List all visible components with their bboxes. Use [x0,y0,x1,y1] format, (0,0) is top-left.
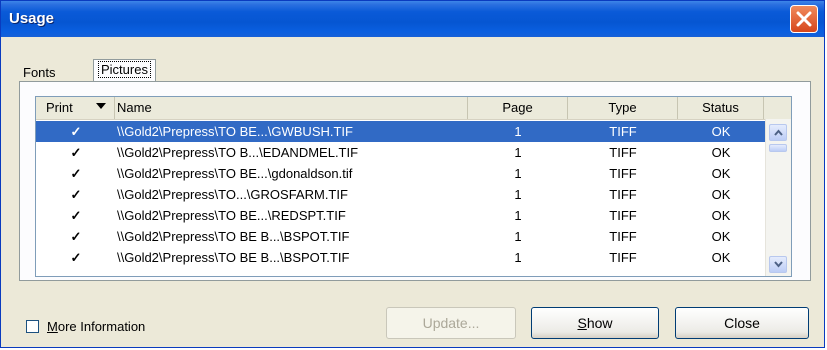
table-row[interactable]: ✓ \\Gold2\Prepress\TO BE...\gdonaldson.t… [36,163,765,184]
column-header-print-label: Print [46,100,73,115]
file-type: TIFF [609,250,637,265]
update-button[interactable]: Update... [386,307,516,339]
more-information-accesskey: M [47,319,58,334]
more-information-label-text: ore Information [57,319,146,334]
print-check[interactable]: ✓ [69,163,83,184]
print-check[interactable]: ✓ [69,121,83,142]
usage-dialog: Usage Fonts Pictures Print Name Page Typ… [0,0,825,348]
scroll-thumb[interactable] [769,144,787,152]
page-number: 1 [514,145,522,160]
column-header-page[interactable]: Page [468,97,568,119]
print-check[interactable]: ✓ [69,205,83,226]
table-row[interactable]: ✓ \\Gold2\Prepress\TO BE B...\BSPOT.TIF … [36,247,765,268]
print-check[interactable]: ✓ [69,142,83,163]
window-title: Usage [9,10,55,27]
chevron-down-icon [774,261,783,268]
page-number: 1 [514,124,522,139]
file-name: \\Gold2\Prepress\TO BE B...\BSPOT.TIF [117,229,350,244]
file-type: TIFF [609,208,637,223]
page-number: 1 [514,250,522,265]
file-type: TIFF [609,166,637,181]
close-button[interactable]: Close [675,307,809,339]
list-header: Print Name Page Type Status [36,97,791,120]
status: OK [711,208,731,223]
page-number: 1 [514,208,522,223]
page-number: 1 [514,229,522,244]
column-header-print[interactable]: Print [36,97,115,119]
tab-pictures[interactable]: Pictures [93,59,156,81]
table-row[interactable]: ✓ \\Gold2\Prepress\TO B...\EDANDMEL.TIF … [36,142,765,163]
status: OK [711,166,731,181]
page-number: 1 [514,187,522,202]
more-information-checkbox[interactable] [26,320,39,333]
chevron-up-icon [774,129,783,136]
table-row[interactable]: ✓ \\Gold2\Prepress\TO...\GROSFARM.TIF 1 … [36,184,765,205]
print-check[interactable]: ✓ [69,226,83,247]
table-row[interactable]: ✓ \\Gold2\Prepress\TO BE B...\BSPOT.TIF … [36,226,765,247]
status: OK [711,187,731,202]
print-check[interactable]: ✓ [69,247,83,268]
status: OK [711,145,731,160]
status: OK [711,250,731,265]
file-type: TIFF [609,187,637,202]
show-accesskey: S [577,315,587,331]
show-label-text: how [586,315,613,331]
more-information-label[interactable]: More Information [47,319,145,334]
column-header-name[interactable]: Name [115,97,468,119]
status: OK [711,229,731,244]
vertical-scrollbar[interactable] [765,119,791,276]
print-check[interactable]: ✓ [69,184,83,205]
file-type: TIFF [609,124,637,139]
file-name: \\Gold2\Prepress\TO BE B...\BSPOT.TIF [117,250,350,265]
show-button[interactable]: Show [531,307,659,339]
file-type: TIFF [609,229,637,244]
scroll-down-button[interactable] [769,256,787,273]
file-name: \\Gold2\Prepress\TO...\GROSFARM.TIF [117,187,348,202]
page-number: 1 [514,166,522,181]
file-name: \\Gold2\Prepress\TO BE...\REDSPT.TIF [117,208,346,223]
table-row[interactable]: ✓ \\Gold2\Prepress\TO BE...\REDSPT.TIF 1… [36,205,765,226]
scroll-up-button[interactable] [769,124,787,141]
tab-fonts[interactable]: Fonts [23,65,56,80]
table-row[interactable]: ✓ \\Gold2\Prepress\TO BE...\GWBUSH.TIF 1… [36,121,765,142]
title-bar[interactable]: Usage [1,1,824,37]
column-header-type[interactable]: Type [568,97,678,119]
file-name: \\Gold2\Prepress\TO BE...\gdonaldson.tif [117,166,353,181]
dropdown-arrow-icon[interactable] [96,103,106,109]
file-name: \\Gold2\Prepress\TO B...\EDANDMEL.TIF [117,145,359,160]
file-name: \\Gold2\Prepress\TO BE...\GWBUSH.TIF [117,124,353,139]
file-type: TIFF [609,145,637,160]
close-icon [796,11,812,27]
status: OK [711,124,731,139]
close-window-button[interactable] [790,5,818,33]
tab-pictures-label: Pictures [98,61,151,78]
column-header-status[interactable]: Status [678,97,764,119]
pictures-list[interactable]: Print Name Page Type Status ✓ \\Gold2\Pr… [35,96,792,277]
